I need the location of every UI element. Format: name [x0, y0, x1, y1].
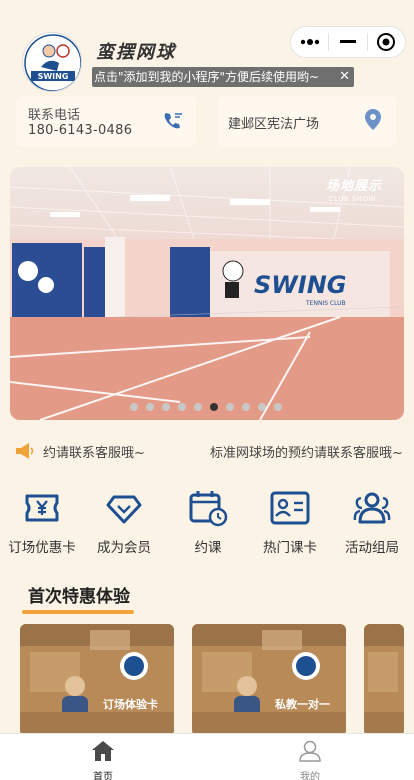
bottom-tab-bar: 首页 我的	[0, 733, 414, 780]
carousel-dot[interactable]	[258, 403, 266, 411]
promo-card-booking-trial[interactable]: 订场体验卡	[20, 624, 174, 736]
app-logo[interactable]: SWING	[22, 32, 82, 92]
address-text: 建邺区宪法广场	[228, 117, 320, 132]
section-underline	[22, 610, 134, 614]
logo-text: SWING	[38, 72, 69, 81]
promo-image	[20, 624, 174, 736]
contact-phone: 180-6143-0486	[28, 123, 133, 138]
notice-bar: 约请联系客服哦~ 标准网球场的预约请联系客服哦~	[0, 440, 414, 462]
tip-close-icon[interactable]: ✕	[339, 67, 350, 87]
target-circle-icon	[377, 33, 396, 51]
menu-label: 成为会员	[97, 540, 151, 556]
speaker-icon	[16, 443, 34, 459]
carousel-dot[interactable]	[226, 403, 234, 411]
carousel-dot[interactable]	[274, 403, 282, 411]
phone-icon[interactable]	[162, 110, 184, 136]
menu-item-hot-course[interactable]: 热门课卡	[248, 488, 332, 556]
tab-label: 我的	[300, 772, 320, 780]
notice-text-1: 约请联系客服哦~	[43, 446, 145, 461]
menu-item-activities[interactable]: 活动组局	[330, 488, 414, 556]
section-title: 首次特惠体验	[28, 587, 130, 607]
menu-label: 订场优惠卡	[8, 540, 76, 556]
mini-program-capsule	[290, 26, 406, 58]
close-capsule-button[interactable]	[368, 27, 405, 57]
carousel-dot[interactable]	[178, 403, 186, 411]
address-card[interactable]: 建邺区宪法广场	[218, 96, 396, 146]
header: SWING 蛮摆网球 点击"添加到我的小程序"方便后续使用哟~ ✕	[0, 0, 414, 92]
tab-mine[interactable]: 我的	[280, 740, 340, 780]
carousel-dot[interactable]	[146, 403, 154, 411]
diamond-icon	[106, 495, 142, 524]
carousel-dot[interactable]	[130, 403, 138, 411]
carousel-dot[interactable]	[210, 403, 218, 411]
app-name: 蛮摆网球	[96, 42, 176, 63]
carousel-indicator	[130, 403, 282, 411]
promo-label: 订场体验卡	[103, 698, 158, 711]
home-icon	[92, 741, 114, 761]
menu-label: 热门课卡	[263, 540, 317, 556]
more-dots-icon	[300, 39, 319, 45]
notice-text-2: 标准网球场的预约请联系客服哦~	[210, 446, 403, 461]
venue-photo: SWING TENNIS CLUB	[10, 167, 404, 420]
group-icon	[353, 492, 391, 524]
carousel-dot[interactable]	[194, 403, 202, 411]
id-card-icon	[270, 491, 310, 525]
tab-home[interactable]: 首页	[73, 740, 133, 780]
promo-image	[364, 624, 404, 736]
minus-icon	[339, 40, 356, 43]
tip-text: 点击"添加到我的小程序"方便后续使用哟~	[94, 70, 320, 84]
banner-subtitle: CLUB SHOW	[328, 195, 376, 203]
menu-item-book-class[interactable]: 约课	[166, 488, 250, 556]
promo-card-private-coach[interactable]: 私教一对一	[192, 624, 346, 736]
minimize-button[interactable]	[329, 27, 366, 57]
add-to-mini-program-tip: 点击"添加到我的小程序"方便后续使用哟~ ✕	[92, 67, 354, 87]
carousel-dot[interactable]	[162, 403, 170, 411]
banner-brand-text: SWING	[254, 271, 346, 299]
menu-item-membership[interactable]: 成为会员	[82, 488, 166, 556]
promo-image	[192, 624, 346, 736]
tab-label: 首页	[93, 772, 113, 780]
ticket-yen-icon	[25, 494, 59, 522]
menu-label: 约课	[194, 540, 222, 556]
menu-item-booking-card[interactable]: 订场优惠卡	[0, 488, 84, 556]
carousel-dot[interactable]	[242, 403, 250, 411]
logo-image: SWING	[24, 34, 81, 91]
venue-banner-carousel[interactable]: SWING TENNIS CLUB 场地展示 CLUB SHOW	[10, 167, 404, 420]
promo-card-partial[interactable]	[364, 624, 404, 736]
menu-label: 活动组局	[345, 540, 399, 556]
contact-label: 联系电话	[28, 108, 81, 123]
banner-brand-sub: TENNIS CLUB	[305, 300, 346, 307]
banner-title: 场地展示	[325, 179, 382, 194]
quick-menu: 订场优惠卡 成为会员 约课 热门课卡 活动组局	[0, 488, 414, 558]
contact-phone-card[interactable]: 联系电话 180-6143-0486	[16, 96, 196, 146]
calendar-clock-icon	[189, 491, 228, 527]
user-icon	[299, 740, 321, 762]
location-pin-icon[interactable]	[364, 108, 382, 136]
promo-label: 私教一对一	[275, 698, 330, 711]
more-button[interactable]	[291, 27, 328, 57]
